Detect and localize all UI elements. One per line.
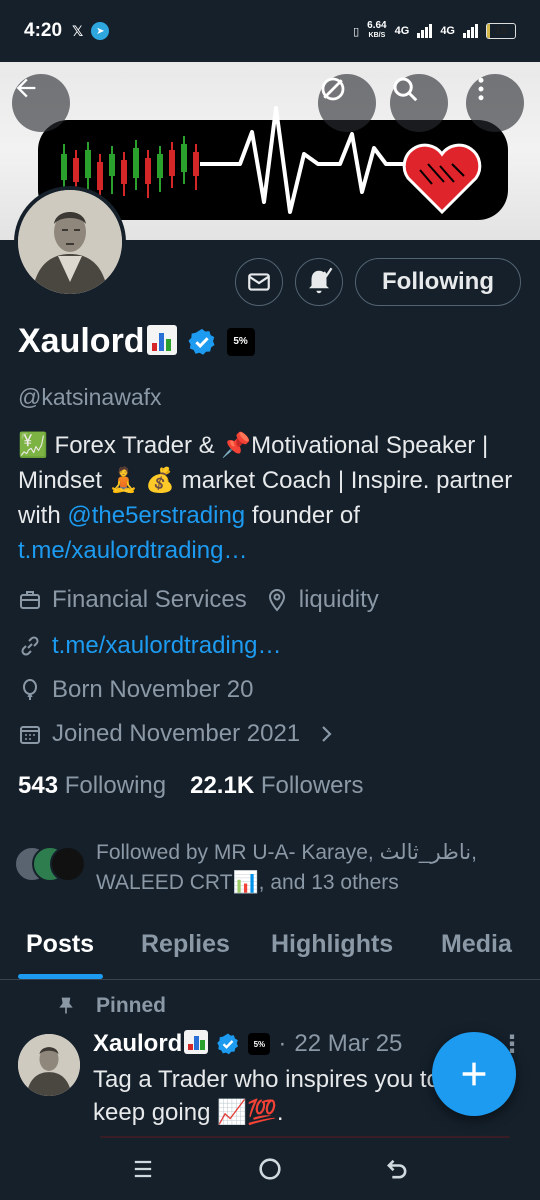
following-button[interactable]: Following: [355, 258, 521, 306]
more-options-button[interactable]: [466, 74, 524, 132]
vibrate-icon: ▯: [353, 25, 360, 38]
profile-bio: 💹 Forex Trader & 📌Motivational Speaker |…: [18, 428, 523, 568]
followed-by-text: Followed by MR U-A- Karaye, ناظر_ثالث, W…: [96, 841, 477, 894]
meta-row-website: t.me/xaulordtrading…: [18, 632, 281, 660]
profile-website-link[interactable]: t.me/xaulordtrading…: [52, 632, 281, 660]
pin-icon: [59, 997, 73, 1014]
search-icon: [393, 77, 418, 102]
following-count: 543: [18, 772, 59, 799]
mail-icon: [248, 273, 270, 291]
name-row: Xaulord 5%: [18, 322, 255, 361]
post-author-text: Xaulord: [93, 1030, 183, 1057]
briefcase-icon: [20, 591, 40, 609]
post-affiliate-badge: 5%: [248, 1033, 271, 1055]
plus-icon: [462, 1062, 486, 1086]
post-text: Tag a Trader who inspires you to keep go…: [93, 1066, 440, 1126]
network-type-1: 4G: [394, 25, 410, 37]
user-handle: @katsinawafx: [18, 384, 162, 410]
profile-location: liquidity: [298, 586, 379, 613]
post-date: 22 Mar 25: [294, 1030, 403, 1057]
recents-icon[interactable]: [129, 1155, 157, 1183]
tab-replies[interactable]: Replies: [141, 930, 230, 959]
avatar-portrait: [18, 190, 122, 294]
followers-label: Followers: [260, 772, 364, 799]
post-author-avatar[interactable]: [18, 1034, 80, 1096]
message-button[interactable]: [235, 258, 283, 306]
battery-icon: 10: [486, 23, 516, 39]
mutual-avatars: [14, 846, 86, 886]
back-icon[interactable]: [383, 1155, 411, 1183]
balloon-icon: [23, 679, 37, 700]
profile-tabs: Posts Replies Highlights Media: [0, 910, 540, 980]
grok-icon: [321, 77, 345, 101]
net-speed: 6.64 KB/S: [367, 21, 386, 41]
pinned-label: Pinned: [56, 994, 166, 1018]
profile-born: Born November 20: [52, 676, 254, 703]
following-stat[interactable]: 543 Following: [18, 772, 166, 800]
back-button[interactable]: [12, 74, 70, 132]
post-author-name[interactable]: Xaulord: [93, 1030, 209, 1058]
affiliate-badge[interactable]: 5%: [226, 327, 255, 356]
tab-posts[interactable]: Posts: [26, 930, 94, 959]
mutual-avatar-3: [50, 846, 86, 882]
net-speed-unit: KB/S: [368, 32, 386, 39]
verified-icon[interactable]: [187, 327, 217, 357]
bio-text-2: founder of: [245, 502, 360, 529]
display-name: Xaulord: [18, 322, 177, 361]
follow-stats: 543 Following 22.1K Followers: [18, 772, 364, 800]
search-button[interactable]: [390, 74, 448, 132]
back-arrow-icon: [16, 78, 36, 98]
chevron-right-icon: [322, 726, 332, 742]
bio-mention-link[interactable]: @the5erstrading: [67, 502, 245, 529]
profile-avatar[interactable]: [14, 186, 126, 298]
notifications-button[interactable]: [295, 258, 343, 306]
signal-icon: [417, 24, 433, 38]
followers-stat[interactable]: 22.1K Followers: [190, 772, 363, 800]
meta-row-born: Born November 20: [18, 676, 253, 704]
tab-highlights[interactable]: Highlights: [271, 930, 393, 959]
bio-telegram-link[interactable]: t.me/xaulordtrading…: [18, 537, 247, 564]
grok-button[interactable]: [318, 74, 376, 132]
post-chart-emoji-icon: [184, 1030, 209, 1054]
status-bar: 4:20 𝕏 ➤ ▯ 6.64 KB/S 4G 4G 10: [0, 0, 540, 62]
home-icon[interactable]: [256, 1155, 284, 1183]
followers-count: 22.1K: [190, 772, 255, 799]
location-icon: [268, 589, 285, 612]
active-tab-indicator: [18, 974, 103, 979]
status-time: 4:20: [24, 20, 63, 41]
net-speed-value: 6.64: [367, 20, 387, 31]
calendar-icon: [20, 726, 40, 744]
profile-category: Financial Services: [52, 586, 247, 613]
post-verified-icon: [217, 1033, 239, 1055]
meta-row-joined[interactable]: Joined November 2021: [18, 720, 338, 748]
tab-media[interactable]: Media: [441, 930, 512, 959]
display-name-text: Xaulord: [18, 322, 145, 360]
signal-icon-2: [463, 24, 478, 38]
followed-by-row[interactable]: Followed by MR U-A- Karaye, ناظر_ثالث, W…: [14, 838, 526, 898]
compose-post-button[interactable]: [432, 1032, 516, 1116]
battery-level: 10: [494, 25, 508, 37]
telegram-icon: ➤: [91, 22, 110, 40]
following-label: Following: [64, 772, 167, 799]
profile-joined: Joined November 2021: [52, 720, 301, 747]
meta-row-category: Financial Services liquidity: [18, 586, 379, 614]
link-icon: [21, 636, 39, 656]
chart-emoji-icon: [146, 325, 177, 355]
post-avatar-portrait: [18, 1034, 80, 1096]
bell-icon: [309, 267, 333, 294]
network-type-2: 4G: [440, 25, 455, 37]
system-nav-bar: [0, 1138, 540, 1200]
post-header: Xaulord 5% · 22 Mar 25: [93, 1030, 402, 1058]
more-icon: [478, 77, 484, 101]
post-separator: ·: [278, 1030, 287, 1057]
x-app-icon: 𝕏: [72, 22, 84, 39]
pinned-text: Pinned: [96, 994, 167, 1017]
